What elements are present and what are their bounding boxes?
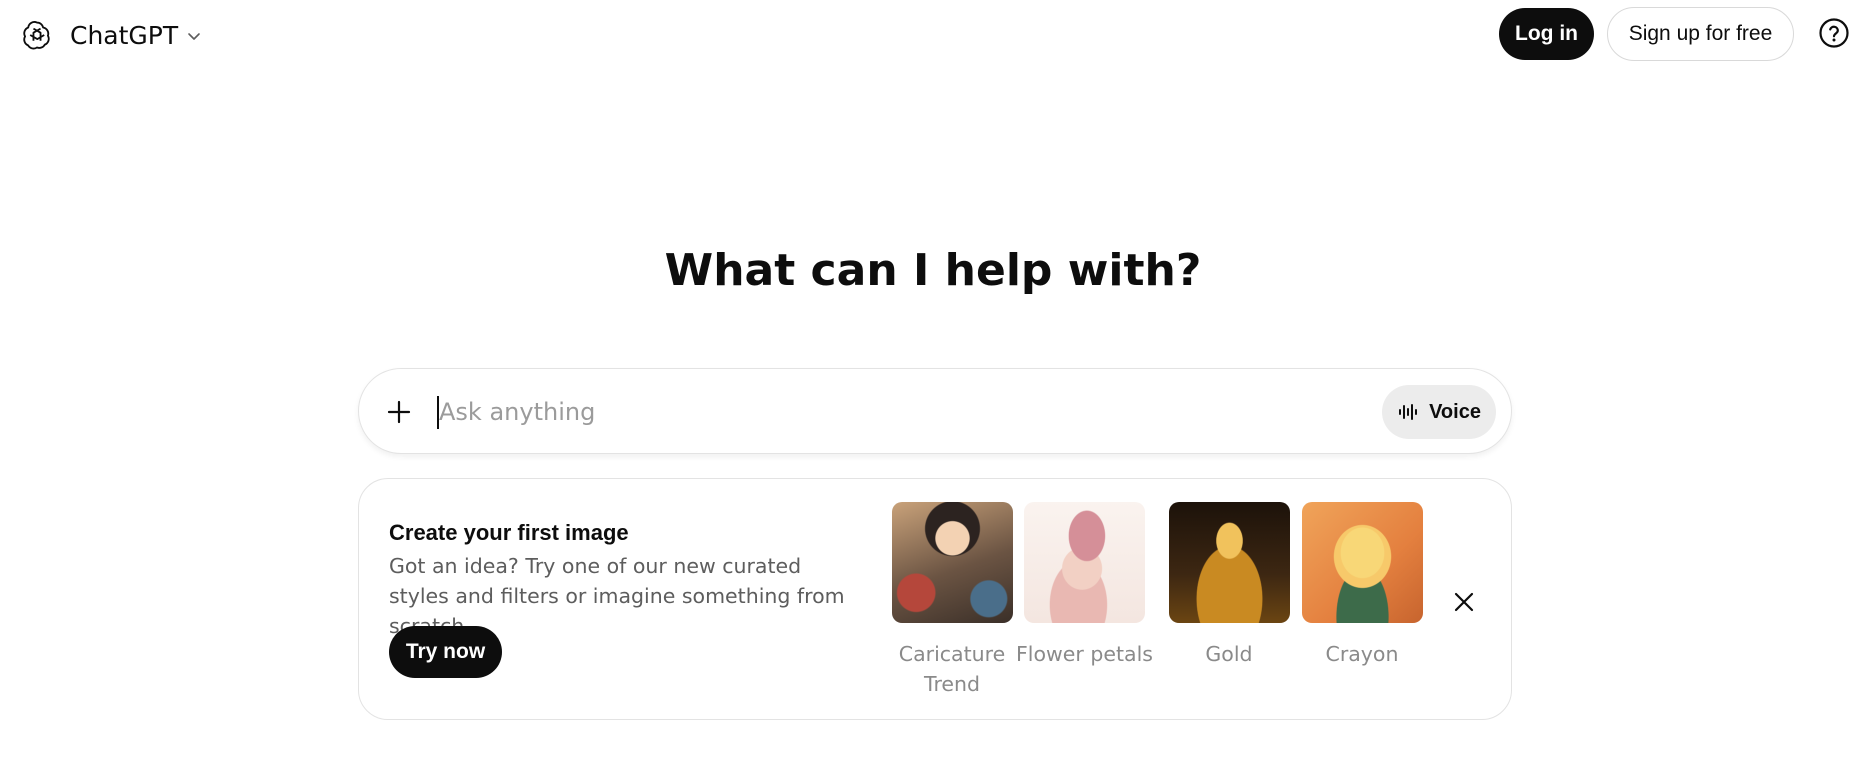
style-label: Flower petals xyxy=(1016,642,1153,666)
style-thumbnail-flower-petals xyxy=(1024,502,1145,623)
style-thumbnail-crayon xyxy=(1301,502,1423,623)
openai-logo-icon[interactable] xyxy=(20,18,54,52)
prompt-composer: Voice xyxy=(358,368,1512,454)
style-card-caricature-trend[interactable]: Caricature Trend xyxy=(890,502,1014,699)
voice-button[interactable]: Voice xyxy=(1382,385,1496,439)
page-headline: What can I help with? xyxy=(664,245,1202,296)
image-promo-card: Create your first image Got an idea? Try… xyxy=(358,478,1512,720)
plus-icon[interactable] xyxy=(385,398,413,426)
top-bar: ChatGPT Log in Sign up for free xyxy=(0,0,1866,70)
prompt-input[interactable] xyxy=(439,389,1339,435)
close-icon[interactable] xyxy=(1451,589,1477,615)
login-button[interactable]: Log in xyxy=(1499,8,1594,60)
try-now-button[interactable]: Try now xyxy=(389,626,502,678)
voice-label: Voice xyxy=(1429,400,1481,423)
model-name: ChatGPT xyxy=(70,20,179,50)
model-switcher[interactable]: ChatGPT xyxy=(70,17,202,53)
style-label: Caricature Trend xyxy=(898,642,1006,696)
style-card-flower-petals[interactable]: Flower petals xyxy=(1014,502,1155,669)
style-card-gold[interactable]: Gold xyxy=(1167,502,1291,669)
style-thumbnail-gold xyxy=(1168,502,1290,623)
help-icon[interactable] xyxy=(1818,17,1850,49)
promo-title: Create your first image xyxy=(389,520,629,545)
style-label: Gold xyxy=(1205,642,1253,666)
signup-button[interactable]: Sign up for free xyxy=(1607,7,1794,61)
voice-waveform-icon xyxy=(1399,404,1418,420)
style-card-crayon[interactable]: Crayon xyxy=(1300,502,1424,669)
chevron-down-icon xyxy=(188,33,200,40)
style-label: Crayon xyxy=(1325,642,1399,666)
style-thumbnail-caricature xyxy=(891,502,1013,623)
